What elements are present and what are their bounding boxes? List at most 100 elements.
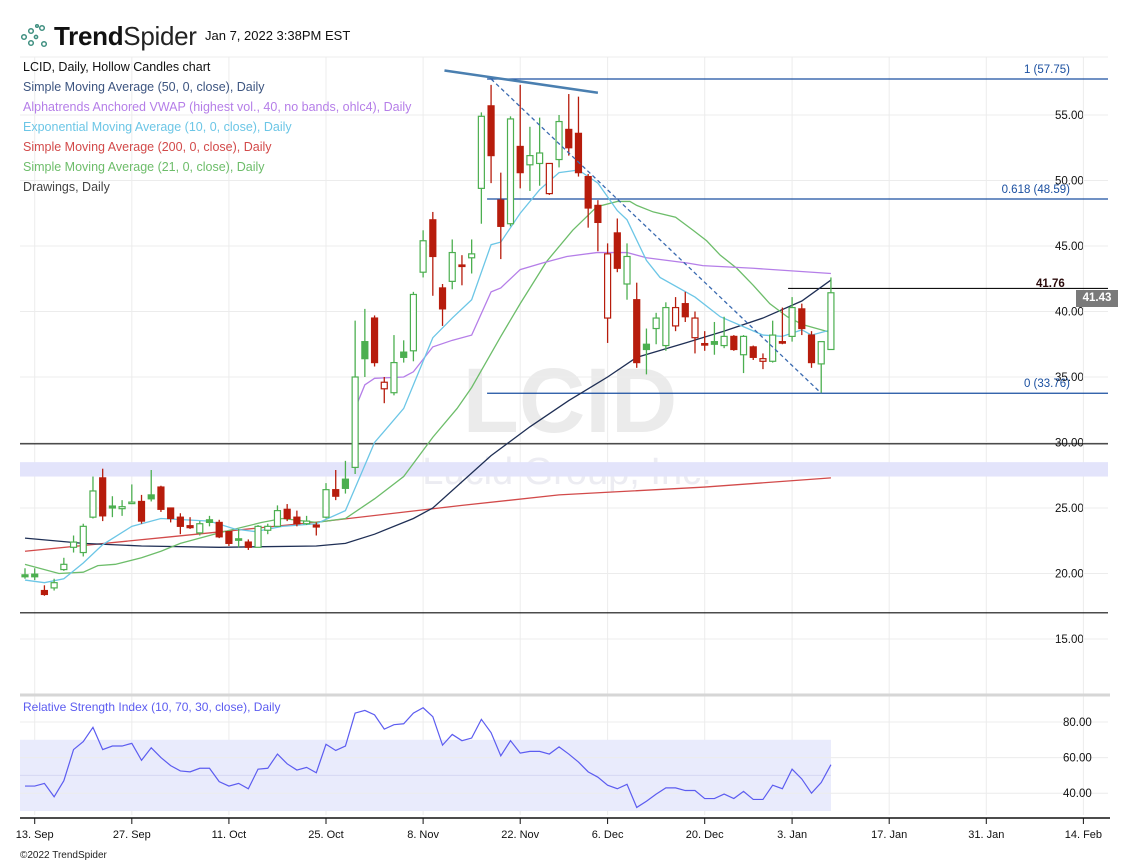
candle — [613, 218, 621, 273]
candle-body — [807, 334, 816, 364]
level-label-41-76: 41.76 — [1036, 278, 1065, 290]
candle — [584, 173, 592, 228]
candle-body — [137, 500, 146, 522]
candle-body — [429, 219, 437, 258]
candle — [633, 282, 641, 368]
candle-body — [128, 501, 136, 505]
candle-body — [710, 341, 719, 345]
candle — [555, 115, 563, 168]
candle-body — [332, 489, 340, 497]
candle-body — [671, 306, 680, 327]
rsi-axis-label: 80.00 — [1063, 717, 1092, 729]
candle — [69, 535, 78, 553]
time-axis-label: 25. Oct — [308, 829, 343, 841]
legend-item[interactable]: Simple Moving Average (21, 0, close), Da… — [23, 160, 265, 174]
candle-body — [21, 574, 29, 578]
candle-body — [312, 524, 320, 528]
candle-body — [458, 264, 466, 268]
candle-body — [565, 128, 573, 149]
candle — [167, 507, 175, 523]
candle-body — [380, 381, 388, 390]
candle — [118, 500, 126, 516]
candle — [739, 335, 748, 374]
candle — [701, 331, 709, 351]
candle — [817, 341, 825, 394]
candle — [225, 530, 233, 546]
candle — [545, 162, 553, 195]
time-axis-label: 8. Nov — [407, 829, 439, 841]
solid-trendline — [444, 69, 599, 94]
price-axis-label: 15.00 — [1055, 634, 1084, 646]
candle — [89, 476, 97, 519]
candle-body — [603, 253, 612, 319]
candle-body — [594, 204, 602, 224]
legend-item[interactable]: Drawings, Daily — [23, 180, 110, 194]
candle — [137, 494, 146, 524]
candle — [468, 239, 476, 274]
candle-body — [419, 240, 427, 273]
candle-body — [186, 525, 194, 529]
candle-body — [778, 341, 786, 344]
candle-body — [691, 317, 699, 339]
legend-item[interactable]: Simple Moving Average (200, 0, close), D… — [23, 140, 272, 154]
candle-body — [69, 541, 78, 548]
candle-body — [720, 335, 728, 347]
candle-body — [827, 292, 835, 351]
candle — [448, 239, 456, 290]
candle-body — [613, 232, 621, 269]
candle-body — [739, 335, 748, 356]
legend-item[interactable]: Alphatrends Anchored VWAP (highest vol.,… — [23, 100, 411, 114]
candle — [603, 243, 612, 343]
candle — [283, 504, 291, 522]
fib-level-label: 0.618 (48.59) — [1002, 184, 1071, 196]
candle-body — [477, 115, 485, 189]
candle-body — [487, 105, 495, 157]
candle-body — [526, 155, 534, 166]
candle — [710, 321, 719, 355]
candle-body — [341, 478, 350, 489]
candle — [623, 243, 631, 300]
candle — [652, 312, 660, 345]
candle — [526, 126, 534, 191]
candle-body — [701, 342, 709, 346]
rsi-axis-label: 40.00 — [1063, 788, 1092, 800]
candle — [186, 517, 194, 529]
chart-title: LCID, Daily, Hollow Candles chart — [23, 60, 211, 74]
candle-body — [215, 521, 223, 538]
sma21-line — [24, 200, 832, 575]
time-axis-label: 14. Feb — [1065, 829, 1102, 841]
candle-body — [633, 299, 641, 364]
candle-body — [759, 358, 767, 362]
candle — [409, 291, 417, 362]
candle-body — [40, 589, 49, 596]
candle — [662, 302, 670, 351]
candle — [157, 485, 165, 512]
candle — [487, 84, 495, 184]
rsi-axis-label: 60.00 — [1063, 753, 1092, 765]
candle — [807, 331, 816, 368]
candle-body — [623, 255, 631, 285]
candle-body — [652, 317, 660, 330]
price-axis-label: 55.00 — [1055, 110, 1084, 122]
candle — [506, 116, 515, 227]
candle-body — [322, 489, 330, 518]
candle-body — [176, 516, 184, 527]
price-axis-label: 40.00 — [1055, 307, 1084, 319]
time-axis-label: 13. Sep — [16, 829, 54, 841]
candle-body — [351, 376, 359, 468]
candle — [351, 320, 359, 474]
candle-body — [749, 346, 757, 358]
candle — [196, 521, 204, 536]
candle-body — [438, 287, 447, 310]
candle-body — [788, 306, 796, 337]
price-zone — [20, 462, 1108, 477]
candle — [128, 484, 136, 505]
time-axis-label: 27. Sep — [113, 829, 151, 841]
candle — [681, 291, 689, 322]
legend-item[interactable]: Simple Moving Average (50, 0, close), Da… — [23, 80, 265, 94]
candle-body — [361, 341, 369, 360]
candle — [293, 510, 301, 527]
candle — [778, 307, 786, 345]
legend-item[interactable]: Exponential Moving Average (10, 0, close… — [23, 120, 292, 134]
sma50-line — [24, 279, 832, 548]
